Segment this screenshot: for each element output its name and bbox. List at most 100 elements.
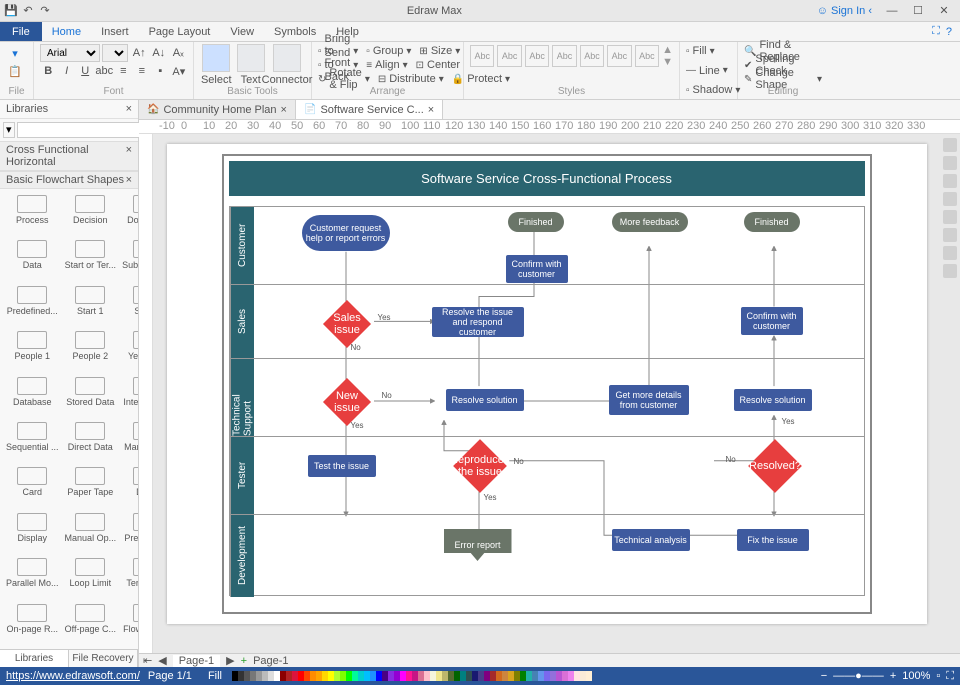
style-preset-3[interactable]: Abc — [525, 45, 549, 67]
shape-parallel-mo---[interactable]: Parallel Mo... — [4, 556, 61, 599]
status-url[interactable]: https://www.edrawsoft.com/ — [6, 670, 140, 682]
node-resolve-sol-1[interactable]: Resolve solution — [446, 389, 524, 411]
page-nav-prev-icon[interactable]: ◀ — [158, 654, 166, 667]
style-preset-5[interactable]: Abc — [580, 45, 604, 67]
font-size-select[interactable]: 10 — [102, 44, 128, 62]
shape-terminator[interactable]: Terminator — [120, 556, 138, 599]
close-icon[interactable]: ✕ — [932, 4, 956, 18]
italic-button[interactable]: I — [58, 62, 74, 80]
style-preset-6[interactable]: Abc — [607, 45, 631, 67]
shape-internal-st---[interactable]: Internal St... — [120, 375, 138, 418]
page-tab-active[interactable]: Page-1 — [173, 655, 220, 667]
fullscreen-icon[interactable]: ⛶ — [932, 25, 940, 38]
close-tab-icon[interactable]: × — [428, 104, 434, 116]
canvas[interactable]: Software Service Cross-Functional Proces… — [153, 134, 940, 653]
decrease-font-icon[interactable]: A↓ — [150, 44, 168, 62]
menu-view[interactable]: View — [220, 22, 264, 41]
font-family-select[interactable]: Arial — [40, 44, 100, 62]
library-search-input[interactable] — [17, 122, 155, 138]
shape-delay[interactable]: Delay — [120, 465, 138, 508]
shape-preparation[interactable]: Preparation — [120, 511, 138, 554]
increase-font-icon[interactable]: A↑ — [130, 44, 148, 62]
group-button[interactable]: ▫ Group▾ — [366, 44, 411, 58]
panel-icon-4[interactable] — [943, 192, 957, 206]
tab-libraries[interactable]: Libraries — [0, 650, 69, 667]
minimize-icon[interactable]: — — [880, 4, 904, 18]
doc-tab-software[interactable]: 📄 Software Service C... × — [296, 100, 443, 119]
panel-icon-5[interactable] — [943, 210, 957, 224]
shape-on-page-r---[interactable]: On-page R... — [4, 602, 61, 645]
size-button[interactable]: ⊞ Size▾ — [419, 44, 460, 58]
shape-start-1[interactable]: Start 1 — [63, 284, 119, 327]
zoom-in-icon[interactable]: + — [890, 670, 896, 682]
shape-document[interactable]: Document — [120, 193, 138, 236]
diagram-title[interactable]: Software Service Cross-Functional Proces… — [229, 161, 865, 196]
align-button[interactable]: ≡ Align▾ — [366, 58, 407, 72]
lane-dev[interactable]: Development — [230, 515, 254, 597]
page[interactable]: Software Service Cross-Functional Proces… — [167, 144, 927, 624]
menu-file[interactable]: File — [0, 22, 42, 41]
rotate-button[interactable]: ↻ Rotate & Flip▾ — [318, 72, 370, 86]
node-customer-request[interactable]: Customer request help or report errors — [302, 215, 390, 251]
shape-flowchart----[interactable]: Flowchart ... — [120, 602, 138, 645]
maximize-icon[interactable]: ☐ — [906, 4, 930, 18]
node-resolved[interactable]: Resolved? — [748, 439, 802, 493]
shape-manual-op---[interactable]: Manual Op... — [63, 511, 119, 554]
font-color-icon[interactable]: A▾ — [171, 62, 187, 80]
lane-customer[interactable]: Customer — [230, 207, 254, 284]
distribute-button[interactable]: ⊟ Distribute▾ — [378, 72, 444, 86]
node-new-issue[interactable]: New issue — [322, 378, 370, 426]
lib-category-cross[interactable]: Cross Functional Horizontal× — [0, 141, 138, 171]
strike-button[interactable]: abc — [95, 62, 113, 80]
line-button[interactable]: — Line▾ — [686, 64, 731, 78]
highlight-icon[interactable]: ▪ — [152, 62, 168, 80]
shape-predefined---[interactable]: Predefined... — [4, 284, 61, 327]
node-sales-issue[interactable]: Sales issue — [322, 300, 370, 348]
node-resolve-respond[interactable]: Resolve the issue and respond customer — [432, 307, 524, 337]
lane-tester[interactable]: Tester — [230, 437, 254, 514]
node-resolve-sol-2[interactable]: Resolve solution — [734, 389, 812, 411]
shadow-button[interactable]: ▫ Shadow▾ — [686, 83, 731, 97]
shape-start-2[interactable]: Start 2 — [120, 284, 138, 327]
connector-tool[interactable]: Connector — [269, 44, 305, 86]
panel-icon-6[interactable] — [943, 228, 957, 242]
clipboard-icon[interactable]: ▾ — [6, 44, 24, 62]
paste-icon[interactable]: 📋 — [6, 62, 24, 80]
lib-category-basic[interactable]: Basic Flowchart Shapes× — [0, 171, 138, 189]
fit-page-icon[interactable]: ▫ — [936, 670, 940, 682]
lane-tech[interactable]: Technical Support — [230, 359, 254, 436]
shape-paper-tape[interactable]: Paper Tape — [63, 465, 119, 508]
help-icon[interactable]: ? — [946, 26, 952, 38]
page-nav-first-icon[interactable]: ⇤ — [143, 654, 152, 667]
menu-page-layout[interactable]: Page Layout — [139, 22, 221, 41]
node-fix-issue[interactable]: Fix the issue — [737, 529, 809, 551]
save-icon[interactable]: 💾 — [4, 4, 18, 18]
style-preset-4[interactable]: Abc — [552, 45, 576, 67]
fill-button[interactable]: ▫ Fill▾ — [686, 44, 731, 58]
shape-off-page-c---[interactable]: Off-page C... — [63, 602, 119, 645]
library-dropdown-icon[interactable]: ▾ — [3, 122, 15, 138]
page-tab-2[interactable]: Page-1 — [253, 655, 288, 667]
node-finished-1[interactable]: Finished — [508, 212, 564, 232]
close-panel-icon[interactable]: × — [126, 103, 132, 115]
clear-format-icon[interactable]: Aₓ — [170, 44, 188, 62]
panel-icon-1[interactable] — [943, 138, 957, 152]
style-preset-1[interactable]: Abc — [470, 45, 494, 67]
shape-data[interactable]: Data — [4, 238, 61, 281]
node-confirm-1[interactable]: Confirm with customer — [506, 255, 568, 283]
node-error-report[interactable]: Error report — [444, 529, 512, 561]
shape-process[interactable]: Process — [4, 193, 61, 236]
bullets-icon[interactable]: ≡ — [115, 62, 131, 80]
lane-sales[interactable]: Sales — [230, 285, 254, 358]
select-tool[interactable]: Select — [200, 44, 233, 86]
shape-card[interactable]: Card — [4, 465, 61, 508]
shape-display[interactable]: Display — [4, 511, 61, 554]
panel-icon-7[interactable] — [943, 246, 957, 260]
node-reproduced[interactable]: Reproduced the issue — [453, 439, 507, 493]
close-tab-icon[interactable]: × — [281, 104, 287, 116]
shape-sequential----[interactable]: Sequential ... — [4, 420, 61, 463]
panel-icon-2[interactable] — [943, 156, 957, 170]
doc-tab-community[interactable]: 🏠 Community Home Plan × — [139, 100, 296, 119]
shape-stored-data[interactable]: Stored Data — [63, 375, 119, 418]
underline-button[interactable]: U — [77, 62, 93, 80]
